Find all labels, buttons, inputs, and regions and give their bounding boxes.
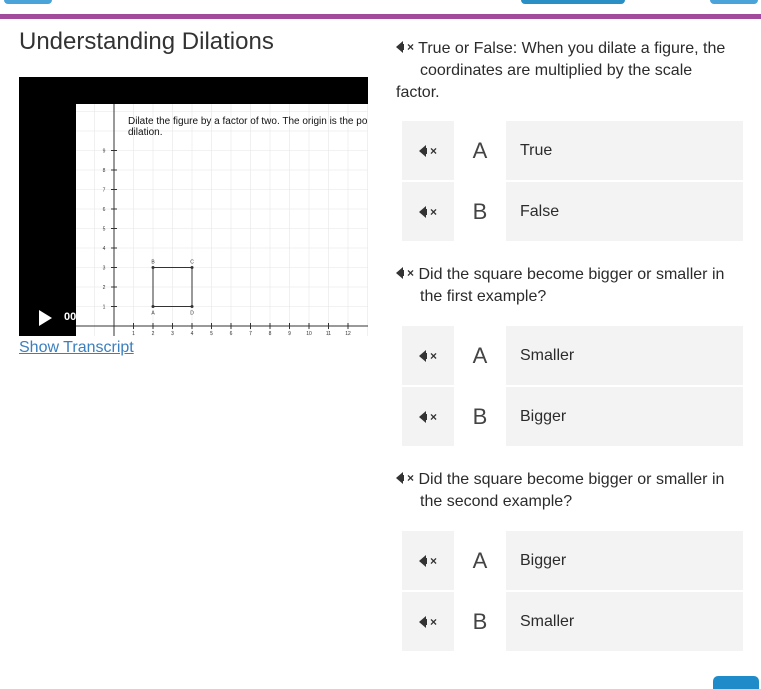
question-3-line2: the second example? — [420, 493, 573, 510]
option-letter: B — [454, 387, 506, 446]
y-tick-label: 2 — [103, 285, 106, 291]
square-vertex — [151, 266, 155, 269]
question-3-line1: Did the square become bigger or smaller … — [418, 471, 725, 488]
play-icon[interactable] — [39, 310, 52, 326]
question-1-option-a[interactable]: × A True — [402, 121, 743, 180]
header-divider — [0, 14, 761, 19]
y-tick-label: 3 — [103, 266, 106, 272]
question-1-option-b[interactable]: × B False — [402, 182, 743, 241]
speaker-muted-icon[interactable]: × — [402, 182, 454, 241]
question-1-line3: factor. — [396, 84, 440, 101]
video-caption-line2: dilation. — [128, 127, 163, 138]
speaker-muted-icon[interactable]: × — [402, 592, 454, 651]
question-3-option-b[interactable]: × B Smaller — [402, 592, 743, 651]
video-caption: Dilate the figure by a factor of two. Th… — [128, 116, 368, 138]
option-text: Smaller — [520, 612, 575, 630]
speaker-muted-icon[interactable]: × — [396, 262, 414, 284]
option-text: False — [520, 202, 560, 220]
show-transcript-link[interactable]: Show Transcript — [19, 339, 134, 357]
y-tick-label: 8 — [103, 168, 106, 174]
option-letter: B — [454, 592, 506, 651]
option-letter: A — [454, 121, 506, 180]
y-tick-label: 7 — [103, 188, 106, 194]
question-3-option-a[interactable]: × A Bigger — [402, 531, 743, 590]
question-1: × True or False: When you dilate a figur… — [396, 36, 746, 104]
y-tick-label: 9 — [103, 149, 106, 155]
question-2-option-a[interactable]: × A Smaller — [402, 326, 743, 385]
speaker-muted-icon[interactable]: × — [402, 326, 454, 385]
option-text: Bigger — [520, 407, 567, 425]
question-1-line2: coordinates are multiplied by the scale — [420, 62, 693, 79]
question-2-line2: the first example? — [420, 288, 547, 305]
option-text: Bigger — [520, 551, 567, 569]
option-letter: B — [454, 182, 506, 241]
question-2-line1: Did the square become bigger or smaller … — [418, 266, 725, 283]
video-caption-line1: Dilate the figure by a factor of two. Th… — [128, 116, 368, 127]
option-text: True — [520, 141, 553, 159]
page-title: Understanding Dilations — [19, 28, 274, 55]
question-3: × Did the square become bigger or smalle… — [396, 467, 746, 513]
speaker-muted-icon[interactable]: × — [396, 36, 414, 58]
speaker-muted-icon[interactable]: × — [402, 121, 454, 180]
speaker-muted-icon[interactable]: × — [402, 387, 454, 446]
option-text: Smaller — [520, 346, 575, 364]
question-2-option-b[interactable]: × B Bigger — [402, 387, 743, 446]
y-tick-label: 4 — [103, 246, 106, 252]
vertex-label: B — [151, 260, 155, 266]
video-time: 00:00 — [64, 311, 93, 323]
square-vertex — [190, 266, 194, 269]
y-tick-label: 5 — [103, 227, 106, 233]
next-button[interactable] — [713, 676, 759, 689]
top-left-tab[interactable] — [4, 0, 52, 4]
option-letter: A — [454, 326, 506, 385]
top-right-tab[interactable] — [710, 0, 758, 4]
option-letter: A — [454, 531, 506, 590]
video-controls: 00:00 — [19, 300, 368, 336]
question-2: × Did the square become bigger or smalle… — [396, 262, 746, 308]
vertex-label: C — [190, 260, 194, 266]
video-player[interactable]: ABCD 987654321-1123456789101112 Dilate t… — [19, 77, 368, 336]
question-1-line1: True or False: When you dilate a figure,… — [418, 40, 726, 57]
speaker-muted-icon[interactable]: × — [396, 467, 414, 489]
y-tick-label: 6 — [103, 207, 106, 213]
speaker-muted-icon[interactable]: × — [402, 531, 454, 590]
top-center-tab[interactable] — [521, 0, 625, 4]
